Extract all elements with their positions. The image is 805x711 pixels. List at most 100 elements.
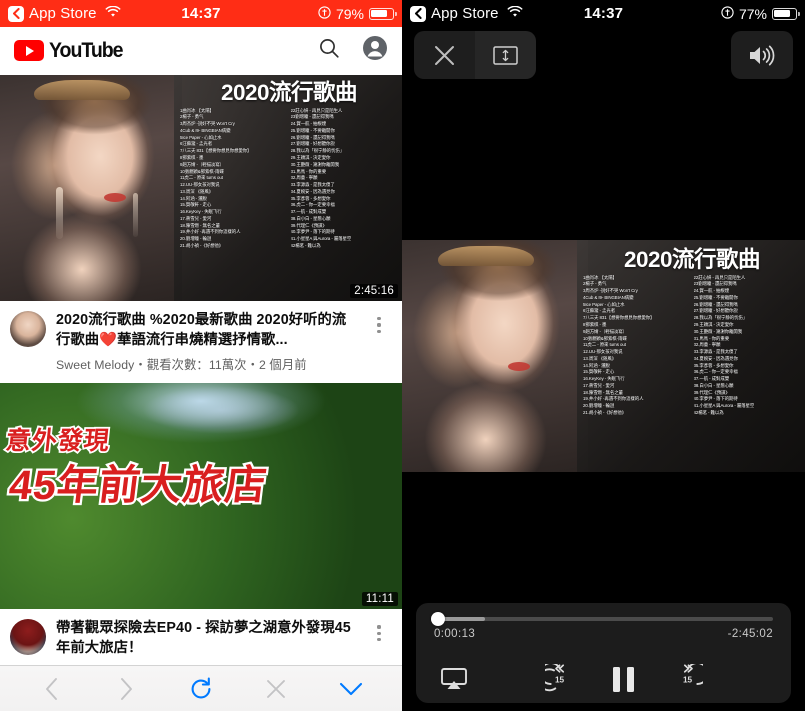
reload-icon[interactable] [179,669,223,709]
rotation-lock-icon [318,5,331,22]
earring-right-decoration [133,193,138,237]
youtube-app-header: YouTube [0,27,402,75]
tracklist-item: 4Cub & I9- BINGBIAN病變 [583,294,634,300]
tracklist-item: 25.劉增瞳 - 不要離開你 [693,294,738,300]
video-title: 2020流行歌曲 %2020最新歌曲 2020好听的流行歌曲❤️華語流行串燒精選… [56,312,347,348]
tracklist-item: 6汪蘇瀧 - 孟光者 [180,141,213,147]
tracklist-item: 27.劉增瞳 - 好想聽你說 [290,141,335,147]
kebab-menu-icon[interactable] [368,311,390,373]
tracklist-item: 18.陳雪燃 - 無名之輩 [180,222,220,228]
tracklist-item: 17.蔣雪兒 - 愛河 [583,382,615,388]
tracklist-item: 13.周深 《随風》 [180,188,214,194]
volume-up-icon[interactable] [731,31,793,79]
video-surface[interactable]: 2020流行歌曲 1曲肖冰 【太陽】 2楊子 - 勇气 3周杰炉 -說好不哭 Won… [402,240,805,472]
back-button[interactable] [29,669,73,709]
safari-bottom-toolbar [0,665,402,711]
tracklist-item: 3周杰炉 -說好不哭 Won't Cry [180,121,235,127]
forward-seconds-label: 15 [682,675,693,685]
pause-icon[interactable] [592,666,656,692]
tracklist-column-right: 22莊心妍 - 再見只是陌生人 23劉增瞳 - 還記得我嗎 24.賀一航 - 抽根煙… [694,275,802,417]
tracklist-item: 29.王穎淇 - 決定愛你 [290,154,331,160]
tracklist-item: 36.虎二 - 你一定要幸福 [693,369,738,375]
elapsed-time-label: 0:00:13 [434,628,476,640]
rewind-15-icon[interactable]: 15 [528,662,592,694]
battery-percent-label: 77% [738,5,767,22]
tracklist-item: 20.劉增瞳 - 輪迴 [583,403,615,409]
video-thumbnail-travel[interactable]: 意外發現 45年前大旅店 11:11 [0,383,402,610]
thumbnail-title: 2020流行歌曲 [220,80,358,105]
video-duration-badge: 2:45:16 [350,284,398,298]
close-x-icon[interactable] [254,669,298,709]
search-icon[interactable] [318,37,340,64]
tracklist-item: 4Cub & I9- BINGBIAN病變 [180,127,231,133]
tracklist-item: 23劉增瞳 - 還記得我嗎 [290,114,334,120]
airplay-icon[interactable] [434,667,474,691]
rotation-lock-icon [721,5,734,22]
tracklist-item: 38.白小白 - 星態心願 [290,215,331,221]
progress-scrubber[interactable] [431,612,773,626]
wifi-icon [507,5,523,22]
tracklist-item: 40.李夢尹 - 落下的期待 [290,229,335,235]
tracklist-item: 9趙方婧 -（輕描淡寫） [583,328,627,334]
thumbnail-tracklist-panel: 2020流行歌曲 1曲肖冰 【太陽】 2楊子 - 勇气 3周杰炉 -說好不哭 Won… [174,75,402,301]
youtube-play-icon [14,40,44,61]
tracklist-item: 31.馬馬 - 你的重要 [693,335,730,341]
close-x-icon[interactable] [414,31,475,79]
tracklist-item: 39.代理仁《預謀》 [290,222,327,228]
video-portrait-image [402,240,588,472]
video-thumbnail-music[interactable]: 2020流行歌曲 1曲肖冰 【太陽】 2楊子 - 勇气 3周杰炉 -說好不哭 Won… [0,75,402,301]
youtube-logo[interactable]: YouTube [14,39,128,63]
forward-button[interactable] [104,669,148,709]
status-bar-app-label: App Store [29,5,97,22]
tracklist-item: 21.胡小禎 -《好想他》 [180,242,224,248]
aspect-ratio-icon[interactable] [475,31,536,79]
tracklist-item: 19.井小好 -再遇不到你這樣的人 [180,229,241,235]
tracklist-item: 27.劉增瞳 - 好想聽你說 [693,308,738,314]
tracklist-item: 7八三夭 831【想要你想見你想愛你】 [583,315,655,321]
channel-avatar[interactable] [10,619,46,656]
tracklist-item: 12.UU-那女孩对我说 [180,182,220,188]
video-metadata: Sweet Melody・觀看次數：11萬次・2 個月前 [56,358,307,373]
tracklist-item: 12.UU-那女孩对我说 [583,349,623,355]
video-list-item-1[interactable]: 2020流行歌曲 %2020最新歌曲 2020好听的流行歌曲❤️華語流行串燒精選… [0,301,402,384]
account-circle-icon[interactable] [362,35,388,66]
tracklist-item: 21.胡小禎 -《好想他》 [583,409,627,415]
chevron-down-icon[interactable] [329,669,373,709]
tracklist-item: 35.李彥蓉 - 多想愛你 [693,362,734,368]
status-bar-back-to-app[interactable]: App Store [8,5,121,22]
tracklist-item: 10張靚穎&鄧紫棋-雨蝶 [180,168,224,174]
scrubber-knob[interactable] [431,612,446,626]
tracklist-column-right: 22莊心妍 - 再見只是陌生人 23劉增瞳 - 還記得我嗎 24.賀一航 - 抽根煙… [291,108,399,250]
tracklist-item: 42楊茗 - 難以為 [693,409,724,415]
tracklist-item: 29.王穎淇 - 決定愛你 [693,321,734,327]
battery-icon [369,7,397,20]
crown-decoration [438,246,534,266]
tracklist-item: 30.王艷薇 - 謝謝你離開我 [693,328,743,334]
forward-15-icon[interactable]: 15 [656,662,720,694]
chevron-left-icon [8,5,24,22]
dual-screenshot: App Store 14:37 79% YouTube 2020流行歌曲 1曲肖… [0,0,805,711]
tracklist-item: 18.陳雪燃 - 無名之輩 [583,389,623,395]
tracklist-item: 2楊子 - 勇气 [180,114,204,120]
video-list-item-2[interactable]: 帶著觀眾探險去EP40 - 探訪夢之湖意外發現45年前大旅店！ [0,609,402,669]
tracklist-item: 32.周童 - 寧願 [290,175,318,181]
lips-decoration [104,193,126,202]
tracklist-item: 20.劉增瞳 - 輪迴 [180,236,212,242]
tracklist-item: 39.代理仁《預謀》 [693,389,730,395]
channel-avatar[interactable] [10,311,46,347]
tracklist-item: 19.井小好 -再遇不到你這樣的人 [583,396,644,402]
tracklist-item: 38.白小白 - 星態心願 [693,382,734,388]
status-bar-back-to-app[interactable]: App Store [410,5,523,22]
tracklist-item: 5Ice Paper - 心如止水 [180,134,222,140]
tracklist-item: 26.劉增瞳 - 還記得我嗎 [290,134,335,140]
tracklist-item: 3周杰炉 -說好不哭 Won't Cry [583,288,638,294]
youtube-logo-text: YouTube [49,38,124,62]
kebab-menu-icon[interactable] [368,619,390,658]
tracklist-item: 14.阿涵 - 灑脫 [583,362,610,368]
tracklist-item: 5Ice Paper - 心如止水 [583,301,625,307]
tracklist-item: 37.一航 - 成對成雙 [693,376,730,382]
tracklist-item: 8鄧紫棋 - 墨 [583,321,607,327]
remaining-time-label: -2:45:02 [727,628,773,640]
tracklist-item: 22莊心妍 - 再見只是陌生人 [290,107,343,113]
tracklist-item: 34.夏婉安 - 因為遇見你 [290,188,335,194]
